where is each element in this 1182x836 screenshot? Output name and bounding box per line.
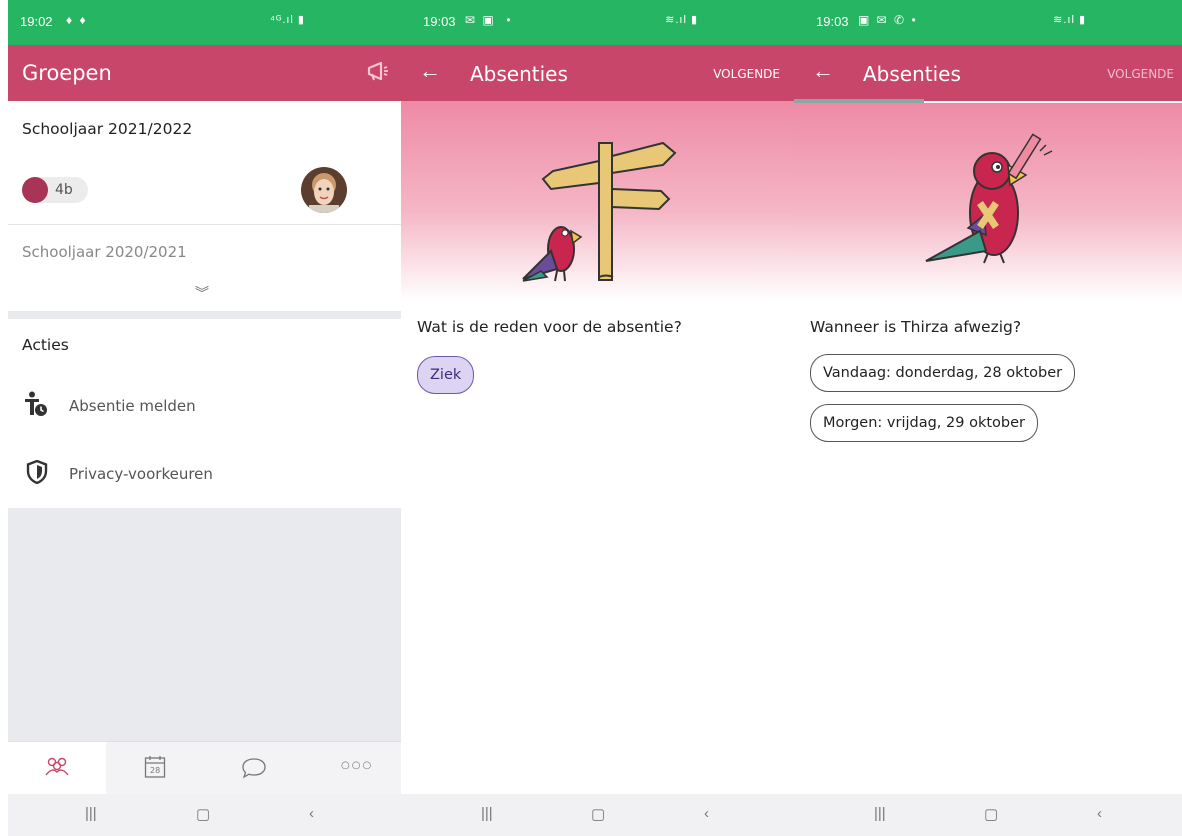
group-color-dot <box>22 177 48 203</box>
groups-card: Schooljaar 2021/2022 <box>8 101 401 311</box>
group-label: 4b <box>55 182 73 198</box>
recents-icon[interactable]: ||| <box>481 805 493 822</box>
system-nav-bar: ||| ▢ ‹ <box>401 794 794 836</box>
option-chip[interactable]: Ziek <box>417 356 475 394</box>
actions-card: Acties Absentie melden Privacy-voorkeure… <box>8 319 401 508</box>
status-time: 19:03 <box>423 14 456 29</box>
notification-icons: ▣ ✉ ✆ • <box>858 13 918 27</box>
notification-icons: ♦ ♦ <box>66 13 88 27</box>
app-bar: Groepen <box>8 45 401 101</box>
divider <box>8 224 401 225</box>
app-bar: ← Absenties VOLGENDE <box>794 45 1182 101</box>
chat-icon <box>241 757 267 784</box>
hero-illustration <box>794 103 1182 301</box>
back-nav-icon[interactable]: ‹ <box>1097 805 1102 822</box>
page-title: Absenties <box>863 62 961 86</box>
page-title: Groepen <box>22 61 112 85</box>
actions-header: Acties <box>22 336 69 354</box>
back-arrow-icon[interactable]: ← <box>419 58 441 84</box>
tab-chat[interactable] <box>204 742 302 795</box>
calendar-day: 28 <box>150 766 161 775</box>
hero-illustration <box>401 101 794 301</box>
groups-icon <box>43 756 71 783</box>
back-nav-icon[interactable]: ‹ <box>704 805 709 822</box>
tab-groups[interactable] <box>8 742 106 795</box>
absence-icon <box>24 391 48 422</box>
bottom-tab-bar: 28 ○○○ <box>8 741 401 795</box>
status-bar: 19:03 ✉ ▣ • ≋.ıl ▮ <box>401 0 794 45</box>
tab-calendar[interactable]: 28 <box>106 742 204 795</box>
status-bar: 19:02 ♦ ♦ ⁴ᴳ.ıl ▮ <box>8 0 401 45</box>
back-nav-icon[interactable]: ‹ <box>309 805 314 822</box>
shield-icon <box>26 459 48 489</box>
year-previous[interactable]: Schooljaar 2020/2021 <box>22 243 187 261</box>
next-button[interactable]: VOLGENDE <box>1107 67 1174 81</box>
year-current: Schooljaar 2021/2022 <box>22 120 193 138</box>
groups-screen: 19:02 ♦ ♦ ⁴ᴳ.ıl ▮ Groepen Schooljaar 202… <box>8 0 401 836</box>
home-icon[interactable]: ▢ <box>196 805 210 823</box>
next-button[interactable]: VOLGENDE <box>713 67 780 81</box>
home-icon[interactable]: ▢ <box>591 805 605 823</box>
home-icon[interactable]: ▢ <box>984 805 998 823</box>
expand-chevron-icon[interactable]: ︾ <box>195 283 209 303</box>
more-icon: ○○○ <box>341 760 374 771</box>
signal-battery-icon: ≋.ıl ▮ <box>665 14 698 26</box>
absence-reason-screen: 19:03 ✉ ▣ • ≋.ıl ▮ ← Absenties VOLGENDE … <box>401 0 794 836</box>
group-chip[interactable]: 4b <box>22 177 88 203</box>
page-title: Absenties <box>470 62 568 86</box>
status-bar: 19:03 ▣ ✉ ✆ • ≋.ıl ▮ <box>794 0 1182 45</box>
status-time: 19:02 <box>20 14 53 29</box>
signal-battery-icon: ⁴ᴳ.ıl ▮ <box>270 14 305 26</box>
option-chip[interactable]: Morgen: vrijdag, 29 oktober <box>810 404 1038 442</box>
option-chip[interactable]: Vandaag: donderdag, 28 oktober <box>810 354 1076 392</box>
question-text: Wanneer is Thirza afwezig? <box>810 318 1022 336</box>
recents-icon[interactable]: ||| <box>85 805 97 822</box>
absence-date-screen: 19:03 ▣ ✉ ✆ • ≋.ıl ▮ ← Absenties VOLGEND… <box>794 0 1182 836</box>
megaphone-icon[interactable] <box>365 59 391 88</box>
app-bar: ← Absenties VOLGENDE <box>401 45 794 101</box>
status-time: 19:03 <box>816 14 849 29</box>
signal-battery-icon: ≋.ıl ▮ <box>1053 14 1086 26</box>
avatar[interactable] <box>301 167 347 213</box>
tab-more[interactable]: ○○○ <box>302 742 401 795</box>
action-label: Privacy-voorkeuren <box>69 465 213 483</box>
back-arrow-icon[interactable]: ← <box>812 58 834 84</box>
parrot-pencil-illustration <box>925 133 1053 264</box>
signpost-parrot-illustration <box>522 141 677 282</box>
notification-icons: ✉ ▣ • <box>465 13 513 27</box>
action-privacy[interactable]: Privacy-voorkeuren <box>8 447 401 503</box>
recents-icon[interactable]: ||| <box>874 805 886 822</box>
system-nav-bar: ||| ▢ ‹ <box>794 794 1182 836</box>
question-text: Wat is de reden voor de absentie? <box>417 318 682 336</box>
system-nav-bar: ||| ▢ ‹ <box>8 794 401 836</box>
action-absence[interactable]: Absentie melden <box>8 379 401 435</box>
action-label: Absentie melden <box>69 397 196 415</box>
